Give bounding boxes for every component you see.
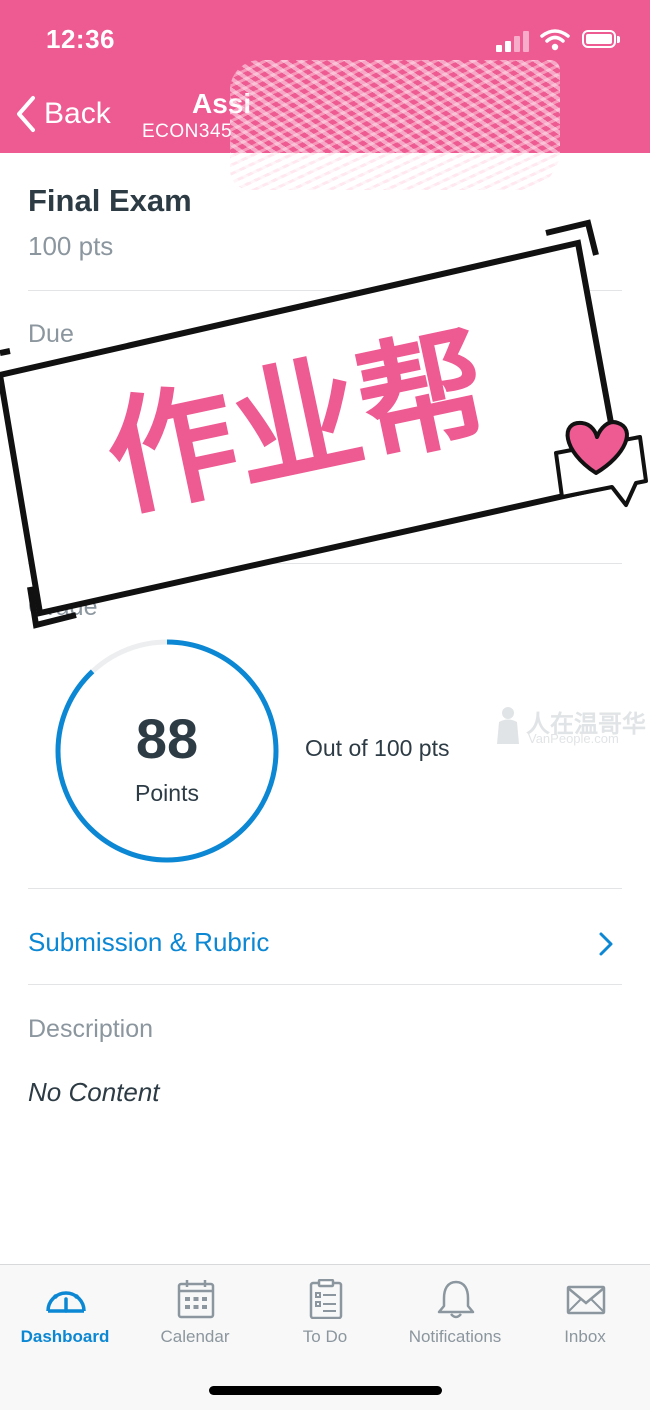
tab-inbox[interactable]: Inbox: [520, 1265, 650, 1365]
description-label: Description: [28, 1015, 154, 1043]
nav-header: 12:36 Back Assi ECON345: [0, 0, 650, 190]
status-time: 12:36: [46, 24, 115, 54]
redaction-scribble: [230, 60, 560, 190]
home-indicator: [209, 1386, 442, 1395]
wifi-icon: [540, 29, 570, 51]
signal-icon: [496, 30, 530, 52]
grade-out-of: Out of 100 pts: [305, 735, 450, 761]
grade-score: 88: [135, 707, 199, 770]
stamp-watermark: 作业帮: [0, 219, 648, 629]
chevron-right-icon: [599, 932, 613, 956]
submission-rubric-link[interactable]: Submission & Rubric: [0, 889, 650, 984]
stamp-text: 作业帮: [94, 311, 501, 537]
tab-calendar[interactable]: Calendar: [130, 1265, 260, 1365]
due-label: Due: [28, 320, 74, 348]
site-watermark: 人在温哥华 VanPeople.com: [494, 704, 650, 746]
grade-label: Grade: [28, 593, 98, 621]
tab-dashboard[interactable]: Dashboard: [0, 1265, 130, 1365]
assignment-title: Final Exam: [28, 183, 192, 218]
envelope-icon: [566, 1285, 606, 1315]
status-icons: [496, 28, 626, 54]
dashboard-icon: [46, 1291, 86, 1313]
submission-rubric-label: Submission & Rubric: [28, 927, 270, 957]
heart-bubble-icon: [554, 420, 648, 507]
divider: [28, 984, 622, 985]
person-icon: [497, 707, 519, 744]
tab-label: Inbox: [564, 1327, 606, 1346]
assignment-points: 100 pts: [28, 231, 114, 261]
grade-unit: Points: [135, 780, 199, 806]
tab-todo[interactable]: To Do: [260, 1265, 390, 1365]
todo-icon: [309, 1279, 343, 1319]
course-subtitle: ECON345: [142, 121, 233, 142]
tab-label: To Do: [302, 1327, 348, 1346]
tab-label: Notifications: [408, 1327, 502, 1346]
back-label: Back: [44, 97, 111, 130]
divider: [28, 563, 622, 564]
tab-label: Calendar: [160, 1327, 230, 1346]
chevron-left-icon: [17, 96, 35, 132]
bell-icon: [437, 1280, 475, 1319]
description-text: No Content: [28, 1077, 160, 1107]
tab-notifications[interactable]: Notifications: [390, 1265, 520, 1365]
site-watermark-sub: VanPeople.com: [528, 731, 619, 746]
divider: [28, 290, 622, 291]
battery-icon: [582, 30, 620, 48]
tab-label: Dashboard: [20, 1327, 110, 1346]
back-button[interactable]: Back: [14, 92, 111, 136]
calendar-icon: [177, 1280, 215, 1319]
stamp-frame: [0, 239, 626, 617]
